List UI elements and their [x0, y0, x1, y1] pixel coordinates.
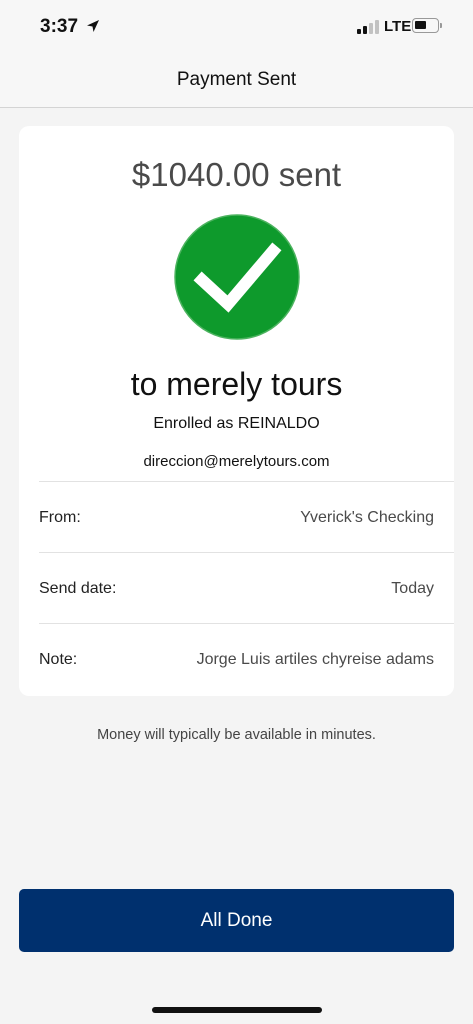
payment-sent-screen: 3:37 LTE Payment Sent $1040.00 sent to m…: [0, 0, 473, 1024]
note-label: Note:: [39, 651, 78, 668]
navigation-header: Payment Sent: [0, 54, 473, 108]
success-checkmark-icon: [174, 214, 300, 340]
location-arrow-icon: [87, 20, 99, 32]
from-value: Yverick's Checking: [300, 509, 434, 526]
battery-icon: [412, 18, 439, 33]
detail-row-send-date: Send date: Today: [39, 552, 454, 623]
recipient-email: direccion@merelytours.com: [143, 453, 330, 470]
cellular-signal-icon: [357, 20, 379, 34]
availability-info: Money will typically be available in min…: [97, 727, 376, 743]
note-value: Jorge Luis artiles chyreise adams: [196, 651, 434, 668]
enrolled-as-text: Enrolled as REINALDO: [153, 415, 320, 432]
detail-row-from: From: Yverick's Checking: [39, 481, 454, 552]
recipient-name: to merely tours: [130, 366, 343, 402]
from-label: From:: [39, 509, 81, 526]
home-indicator[interactable]: [152, 1007, 322, 1013]
network-type-label: LTE: [384, 18, 412, 35]
battery-tip: [440, 23, 442, 28]
status-time: 3:37: [40, 16, 79, 37]
page-title: Payment Sent: [176, 69, 297, 90]
send-date-value: Today: [391, 580, 434, 597]
send-date-label: Send date:: [39, 580, 117, 597]
detail-row-note: Note: Jorge Luis artiles chyreise adams: [39, 623, 454, 694]
status-bar: 3:37 LTE: [0, 0, 473, 54]
all-done-button[interactable]: All Done: [19, 889, 454, 952]
confirmation-card: $1040.00 sent to merely tours Enrolled a…: [19, 126, 454, 696]
amount-sent: $1040.00 sent: [131, 156, 342, 193]
